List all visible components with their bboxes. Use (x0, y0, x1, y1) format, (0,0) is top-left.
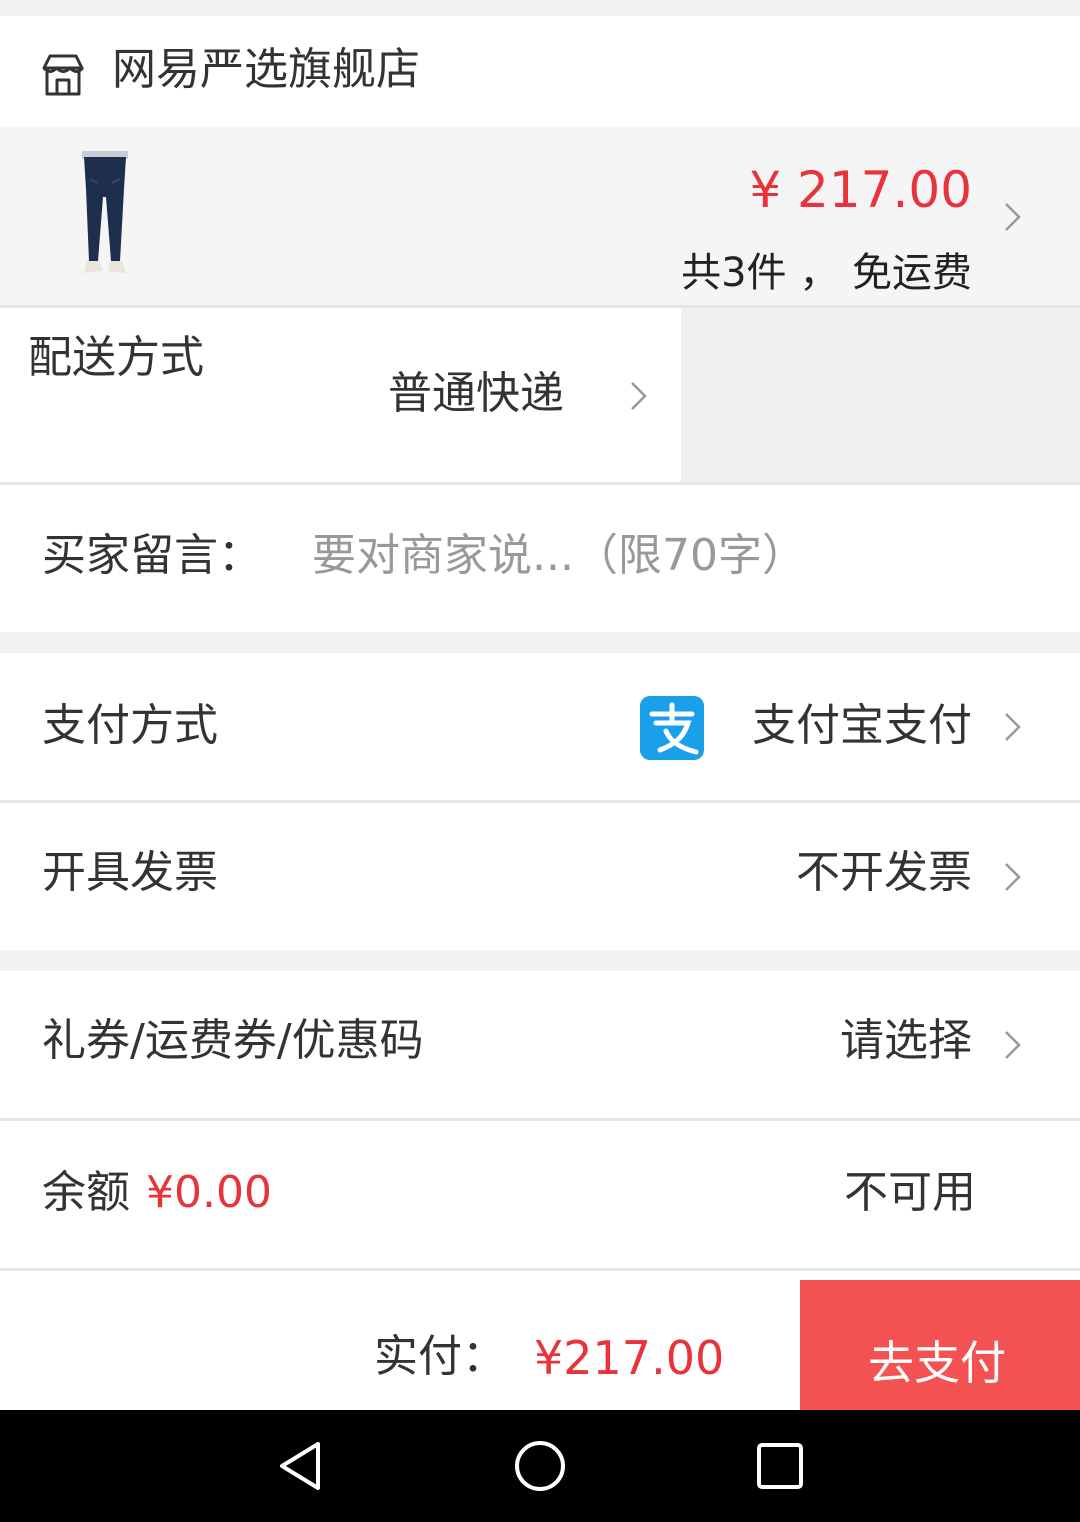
product-summary[interactable]: ¥ 217.00 共3件 ， 免运费 (0, 127, 1080, 305)
coupon-row[interactable]: 礼券/运费券/优惠码 请选择 (0, 971, 1080, 1118)
store-header: 网易严选旗舰店 (0, 16, 1080, 127)
chevron-right-icon (1002, 201, 1024, 233)
chevron-right-icon (1002, 711, 1024, 743)
delivery-label: 配送方式 (28, 332, 204, 383)
store-name[interactable]: 网易严选旗舰店 (112, 48, 420, 92)
store-icon (40, 52, 86, 98)
balance-amount: ¥0.00 (146, 1167, 272, 1218)
home-icon[interactable] (514, 1440, 566, 1492)
delivery-row[interactable]: 配送方式 普通快递 (0, 308, 1080, 482)
buyer-message-label: 买家留言： (42, 530, 262, 581)
chevron-right-icon (1002, 1029, 1024, 1061)
balance-status: 不可用 (844, 1167, 976, 1218)
balance-label: 余额 (42, 1167, 130, 1218)
pay-button-label: 去支付 (868, 1336, 1006, 1390)
delivery-value: 普通快递 (388, 368, 564, 419)
delivery-panel: 配送方式 普通快递 (0, 308, 681, 482)
payment-row[interactable]: 支付方式 支付宝支付 (0, 653, 1080, 800)
jeans-product-image (70, 149, 140, 279)
buyer-message-input[interactable]: 要对商家说...（限70字） (312, 534, 806, 578)
chevron-right-icon (628, 380, 650, 412)
product-price: ¥ 217.00 (749, 161, 972, 219)
coupon-value: 请选择 (840, 1015, 972, 1066)
invoice-value: 不开发票 (796, 847, 972, 898)
invoice-row[interactable]: 开具发票 不开发票 (0, 803, 1080, 950)
chevron-right-icon (1002, 861, 1024, 893)
payment-value: 支付宝支付 (752, 700, 972, 751)
pay-button[interactable]: 去支付 (800, 1280, 1080, 1410)
product-summary-text: 共3件 ， 免运费 (681, 250, 972, 296)
invoice-label: 开具发票 (42, 847, 218, 898)
system-navbar (0, 1410, 1080, 1522)
recents-icon[interactable] (756, 1442, 804, 1490)
buyer-message-row: 买家留言： 要对商家说...（限70字） (0, 485, 1080, 632)
back-icon[interactable] (276, 1440, 324, 1492)
pay-total-label: 实付： (374, 1331, 506, 1382)
pay-total-amount: ¥217.00 (534, 1331, 725, 1385)
coupon-label: 礼券/运费券/优惠码 (42, 1015, 424, 1066)
pay-footer: 实付： ¥217.00 去支付 (0, 1271, 1080, 1410)
balance-row: 余额 ¥0.00 不可用 (0, 1121, 1080, 1268)
payment-label: 支付方式 (42, 700, 218, 751)
alipay-icon (640, 696, 704, 760)
